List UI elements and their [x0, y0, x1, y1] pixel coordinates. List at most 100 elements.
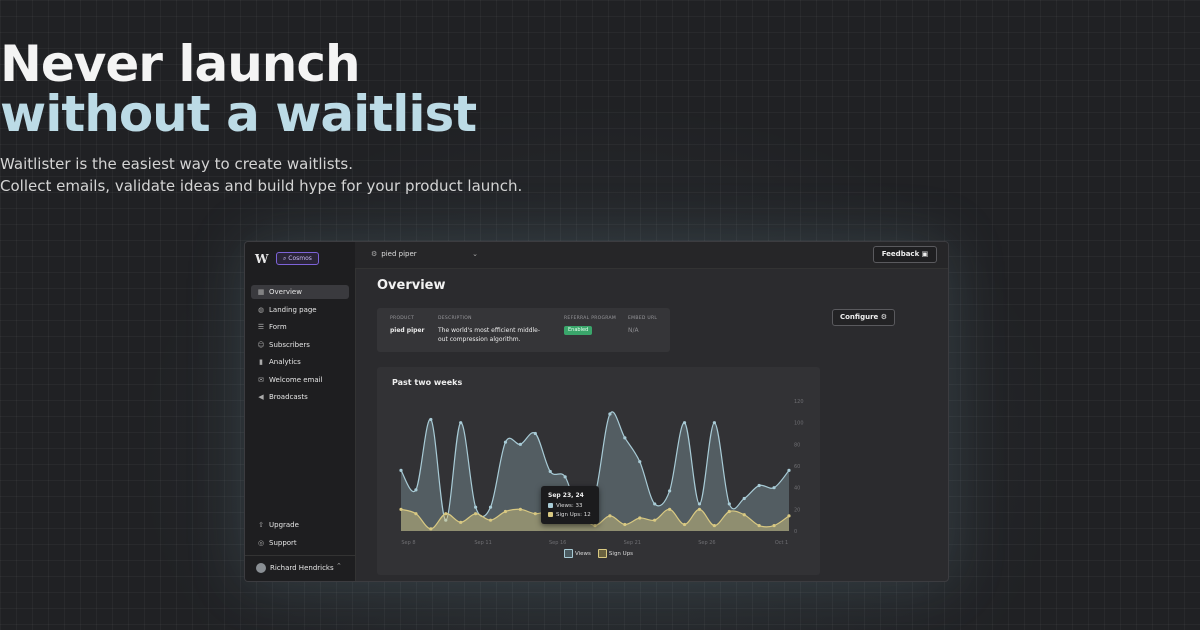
- views-point: [653, 502, 657, 506]
- views-point: [757, 483, 761, 488]
- signups-point: [772, 523, 776, 528]
- user-menu[interactable]: Richard Hendricks ⌃: [245, 555, 355, 581]
- col-header-embed-url: EMBED URL: [628, 316, 658, 321]
- signups-point: [459, 520, 463, 524]
- views-point: [772, 486, 776, 490]
- signups-point: [623, 522, 627, 527]
- sidebar-item-landing-page[interactable]: ◍ Landing page: [251, 303, 349, 317]
- sidebar-item-form[interactable]: ☰ Form: [251, 320, 349, 334]
- form-icon: ☰: [257, 323, 265, 331]
- users-icon: ☺: [257, 341, 265, 349]
- x-tick-label: Sep 21: [624, 540, 641, 546]
- chart-card: Past two weeks 0 20 40 60 80 100 120 Sep 8 Sep 1…: [377, 367, 820, 575]
- avatar: [256, 563, 266, 573]
- legend-views-label: Views: [575, 551, 591, 557]
- tooltip-signups-label: Sign Ups: [556, 512, 581, 518]
- y-tick-label: 40: [794, 486, 800, 492]
- feedback-button[interactable]: Feedback ▣: [873, 246, 937, 263]
- sidebar-item-support[interactable]: ◎ Support: [251, 536, 349, 550]
- y-tick-label: 60: [794, 464, 800, 470]
- chevron-down-icon: ⌄: [472, 250, 478, 258]
- sidebar-item-label: Broadcasts: [269, 393, 308, 401]
- chart-tooltip: Sep 23, 24 Views: 33 Sign Ups: 12: [541, 486, 599, 524]
- views-point: [533, 431, 537, 436]
- page-title: Overview: [377, 278, 446, 293]
- views-point: [712, 421, 716, 425]
- sidebar-item-label: Support: [269, 539, 297, 547]
- views-point: [727, 502, 731, 506]
- signups-point: [608, 514, 612, 518]
- x-tick-label: Sep 8: [401, 540, 415, 546]
- search-icon: ⌕: [283, 255, 287, 262]
- project-icon: ⚙: [371, 250, 378, 258]
- workspace-switcher[interactable]: ⌕ Cosmos: [276, 252, 319, 265]
- tooltip-date: Sep 23, 24: [548, 492, 584, 499]
- views-point: [742, 496, 746, 501]
- chevron-up-icon: ⌃: [336, 562, 342, 570]
- sidebar-item-welcome-email[interactable]: ✉ Welcome email: [251, 373, 349, 387]
- embed-url-value: N/A: [628, 327, 639, 334]
- signups-point: [682, 522, 687, 527]
- product-description-line1: The world's most efficient middle-: [438, 327, 541, 334]
- chart-legend: Views Sign Ups: [564, 549, 633, 558]
- signups-point: [697, 507, 702, 511]
- col-header-referral: REFERRAL PROGRAM: [564, 316, 617, 321]
- gear-icon: ⚙: [880, 313, 888, 321]
- views-point: [668, 489, 672, 493]
- views-point: [459, 421, 463, 425]
- sidebar-item-overview[interactable]: ▦ Overview: [251, 285, 349, 299]
- y-tick-label: 20: [794, 507, 800, 513]
- sidebar-item-broadcasts[interactable]: ◀ Broadcasts: [251, 390, 349, 404]
- sidebar-item-label: Overview: [269, 288, 302, 296]
- signups-point: [399, 507, 403, 511]
- y-tick-label: 0: [794, 529, 797, 535]
- views-point: [787, 468, 791, 472]
- signups-swatch: [548, 512, 553, 517]
- signups-point: [533, 512, 537, 516]
- product-name: pied piper: [390, 327, 425, 334]
- tooltip-views: Views: 33: [548, 503, 583, 509]
- sidebar-item-upgrade[interactable]: ⇧ Upgrade: [251, 518, 349, 532]
- bar-chart-icon: ▮: [259, 358, 263, 366]
- logo[interactable]: W: [255, 252, 268, 266]
- globe-icon: ◍: [257, 306, 265, 314]
- topbar: ⚙ pied piper ⌄ Feedback ▣: [355, 242, 948, 269]
- views-point: [563, 475, 567, 479]
- x-tick-label: Sep 11: [474, 540, 491, 546]
- signups-point: [638, 516, 642, 520]
- user-name: Richard Hendricks: [270, 564, 334, 572]
- message-icon: ▣: [921, 250, 929, 258]
- workspace-name: Cosmos: [288, 255, 312, 262]
- sidebar: W ⌕ Cosmos ▦ Overview ◍ Landing page ☰ Form…: [245, 242, 356, 581]
- signups-point: [414, 512, 418, 516]
- sidebar-item-label: Upgrade: [269, 521, 299, 529]
- grid-icon: ▦: [257, 288, 265, 296]
- signups-point: [444, 512, 448, 516]
- views-point: [518, 442, 522, 446]
- sidebar-item-subscribers[interactable]: ☺ Subscribers: [251, 338, 349, 352]
- signups-point: [742, 513, 746, 517]
- legend-item-signups[interactable]: Sign Ups: [597, 549, 633, 558]
- signups-point: [488, 518, 493, 522]
- configure-button[interactable]: Configure ⚙: [832, 309, 895, 326]
- signups-point: [668, 507, 672, 511]
- mail-icon: ✉: [258, 376, 264, 384]
- tooltip-views-label: Views: [556, 503, 572, 509]
- tooltip-views-value: 33: [575, 503, 583, 509]
- views-point: [638, 460, 642, 464]
- views-point: [414, 488, 418, 492]
- legend-item-views[interactable]: Views: [564, 549, 591, 558]
- megaphone-icon: ◀: [258, 393, 264, 401]
- help-icon: ◎: [257, 539, 265, 547]
- views-point: [399, 468, 403, 472]
- sidebar-item-analytics[interactable]: ▮ Analytics: [251, 355, 349, 369]
- configure-label: Configure: [839, 313, 879, 321]
- views-point: [697, 502, 702, 506]
- project-select[interactable]: ⚙ pied piper ⌄: [367, 247, 482, 262]
- col-header-description: DESCRIPTION: [438, 316, 472, 321]
- x-tick-label: Oct 1: [775, 540, 788, 546]
- signups-point: [518, 507, 522, 511]
- col-header-product: PRODUCT: [390, 316, 415, 321]
- product-info-card: PRODUCT DESCRIPTION REFERRAL PROGRAM EMB…: [377, 308, 670, 352]
- views-point: [429, 417, 433, 422]
